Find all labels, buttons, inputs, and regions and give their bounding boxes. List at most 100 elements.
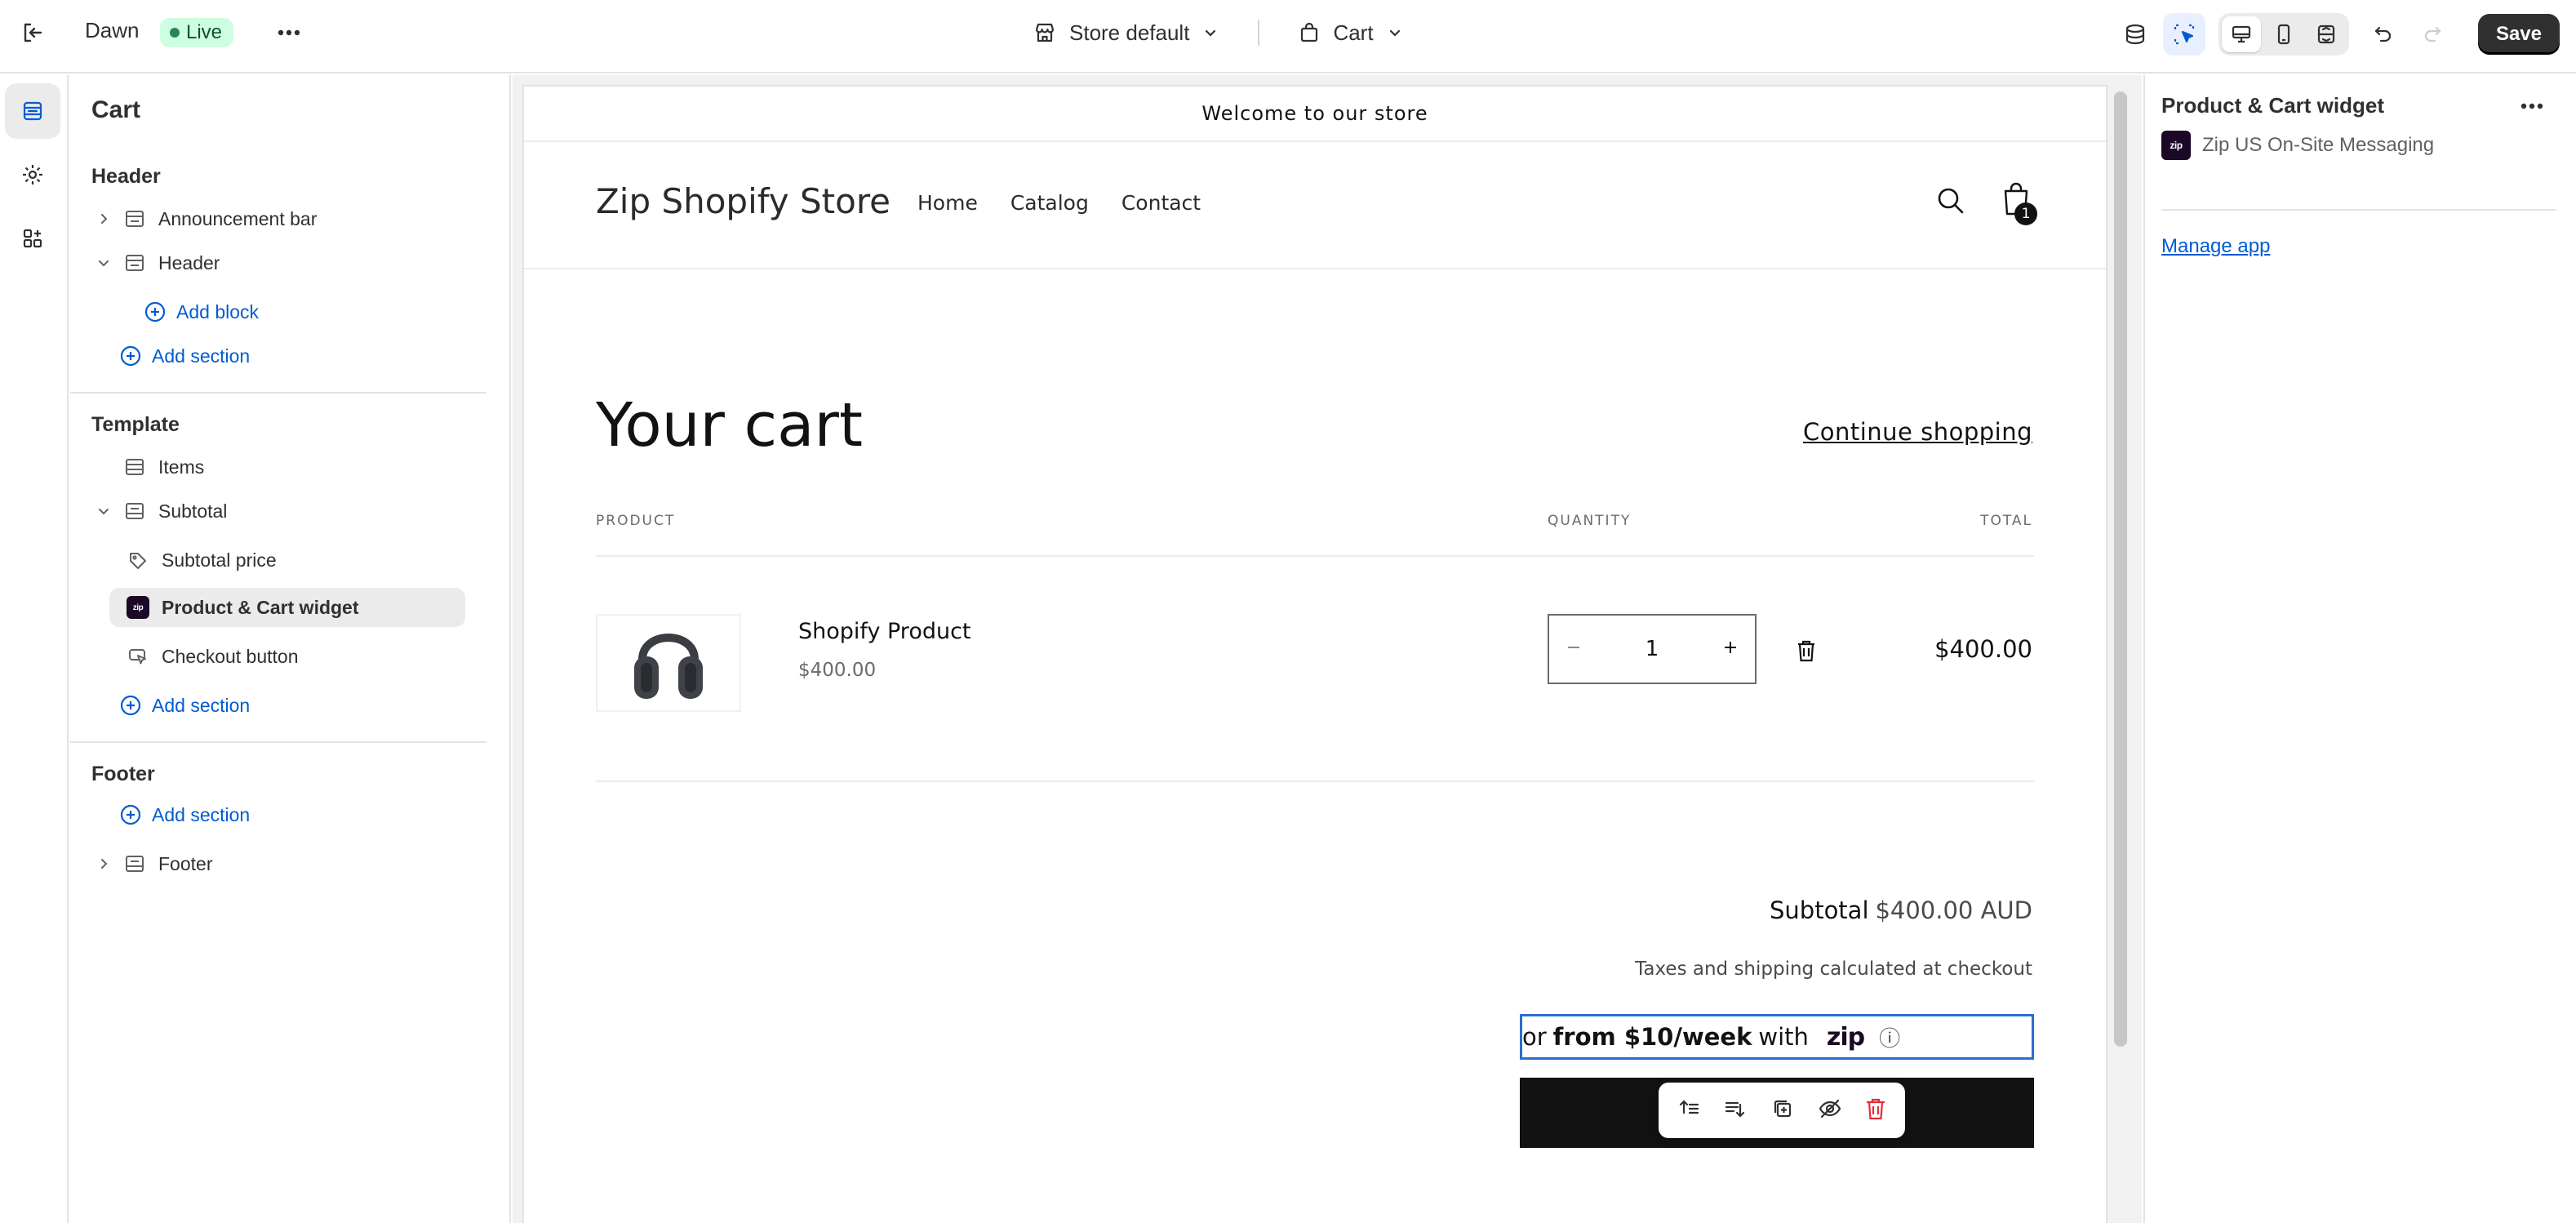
top-bar: Dawn Live Store default Cart Save — [0, 0, 2576, 73]
context-selectors: Store default Cart — [1030, 15, 1406, 51]
sections-panel: Cart Header Announcement bar Header Add … — [70, 75, 511, 1223]
tree-item-label: Header — [158, 251, 220, 274]
store-selector[interactable]: Store default — [1030, 20, 1222, 46]
template-selector-label: Cart — [1333, 20, 1374, 45]
manage-app-link[interactable]: Manage app — [2161, 235, 2270, 258]
add-block-label: Add block — [176, 300, 260, 322]
cart-count-badge: 1 — [2014, 202, 2037, 225]
chevron-right-icon[interactable] — [91, 211, 116, 226]
continue-shopping-link[interactable]: Continue shopping — [1803, 418, 2032, 446]
preview-scrollbar[interactable] — [2114, 91, 2127, 1047]
undo-icon[interactable] — [2362, 13, 2405, 56]
more-actions-icon[interactable] — [2516, 90, 2548, 122]
chevron-down-icon — [1389, 29, 1400, 37]
delete-trash-icon[interactable] — [1864, 1096, 1887, 1124]
tree-item-items[interactable]: Items — [91, 447, 204, 487]
chevron-right-icon[interactable] — [91, 856, 116, 871]
zip-amount: from $10/week — [1552, 1023, 1752, 1051]
store-logo-text[interactable]: Zip Shopify Store — [596, 181, 890, 221]
save-button[interactable]: Save — [2477, 14, 2560, 55]
announcement-bar[interactable]: Welcome to our store — [524, 87, 2106, 142]
cart-title: Your cart — [596, 390, 863, 460]
nav-contact[interactable]: Contact — [1121, 191, 1201, 215]
nav-catalog[interactable]: Catalog — [1010, 191, 1089, 215]
zip-logo: zip — [1826, 1022, 1865, 1052]
product-unit-price: $400.00 — [798, 660, 877, 681]
add-section-label: Add section — [152, 803, 251, 825]
column-header-quantity: QUANTITY — [1548, 513, 1632, 529]
preview-area: Welcome to our store Zip Shopify Store H… — [513, 75, 2142, 1223]
group-footer-title: Footer — [91, 763, 155, 785]
tree-item-header[interactable]: Header — [91, 243, 220, 282]
icon-rail — [0, 75, 69, 1223]
tree-item-subtotal[interactable]: Subtotal — [91, 491, 227, 531]
column-header-product: PRODUCT — [596, 513, 676, 529]
live-dot-icon — [170, 28, 180, 38]
zip-app-badge: zip — [127, 596, 149, 619]
section-icon — [122, 500, 147, 522]
settings-gear-icon[interactable] — [5, 147, 60, 202]
info-icon[interactable]: ⓘ — [1879, 1022, 1900, 1052]
product-image-headphones[interactable] — [596, 614, 741, 712]
divider — [596, 555, 2034, 557]
tree-item-label: Items — [158, 456, 205, 478]
live-badge-label: Live — [186, 21, 223, 43]
tree-item-footer[interactable]: Footer — [91, 844, 212, 883]
add-block-button[interactable]: Add block — [144, 294, 259, 330]
block-toolbar — [1659, 1083, 1905, 1138]
add-section-button-header[interactable]: Add section — [119, 338, 250, 374]
app-name: Zip US On-Site Messaging — [2202, 134, 2435, 156]
settings-panel: Product & Cart widget zip Zip US On-Site… — [2143, 75, 2576, 1223]
database-icon[interactable] — [2114, 13, 2156, 56]
store-preview: Welcome to our store Zip Shopify Store H… — [522, 85, 2107, 1223]
exit-icon[interactable] — [16, 16, 49, 49]
chevron-down-icon — [1206, 29, 1216, 37]
zip-widget[interactable]: or from $10/week with zip ⓘ — [1520, 1014, 2034, 1060]
column-header-total: TOTAL — [1980, 513, 2032, 529]
zip-prefix: or — [1522, 1023, 1547, 1051]
template-selector[interactable]: Cart — [1295, 20, 1406, 46]
price-tag-icon — [126, 549, 150, 571]
plus-circle-icon — [144, 301, 166, 322]
app-source: zip Zip US On-Site Messaging — [2161, 131, 2434, 160]
product-name[interactable]: Shopify Product — [798, 619, 971, 644]
fullscreen-icon[interactable] — [2307, 16, 2346, 52]
add-section-button-footer[interactable]: Add section — [119, 797, 250, 833]
chevron-down-icon[interactable] — [91, 504, 116, 518]
live-badge: Live — [160, 18, 234, 47]
tree-block-subtotal-price[interactable]: Subtotal price — [109, 540, 277, 580]
duplicate-icon[interactable] — [1770, 1096, 1795, 1124]
add-section-button-template[interactable]: Add section — [119, 687, 250, 723]
plus-icon[interactable] — [1722, 637, 1739, 661]
group-header-title: Header — [91, 165, 161, 188]
zip-app-icon: zip — [2161, 131, 2191, 160]
desktop-view-icon[interactable] — [2221, 16, 2261, 52]
tree-block-product-cart-widget[interactable]: zip Product & Cart widget — [109, 588, 465, 627]
move-down-icon[interactable] — [1723, 1096, 1748, 1124]
tree-item-announcement-bar[interactable]: Announcement bar — [91, 199, 317, 238]
inspector-select-icon[interactable] — [2162, 13, 2205, 56]
chevron-down-icon[interactable] — [91, 256, 116, 270]
tree-block-checkout-button[interactable]: Checkout button — [109, 637, 299, 676]
minus-icon[interactable] — [1566, 637, 1582, 661]
more-actions-icon[interactable] — [273, 16, 305, 49]
sections-icon[interactable] — [5, 83, 60, 139]
redo-icon[interactable] — [2411, 13, 2454, 56]
tree-block-label: Checkout button — [162, 645, 299, 667]
store-icon — [1035, 23, 1055, 42]
panel-title: Cart — [91, 96, 141, 123]
button-pointer-icon — [126, 646, 150, 667]
plus-circle-icon — [120, 345, 141, 367]
quantity-value[interactable]: 1 — [1646, 637, 1659, 661]
quantity-stepper: 1 — [1548, 614, 1757, 684]
tree-block-label: Product & Cart widget — [162, 596, 359, 618]
viewport-switcher — [2218, 13, 2349, 56]
move-up-icon[interactable] — [1677, 1096, 1701, 1124]
remove-item-trash-icon[interactable] — [1796, 638, 1817, 666]
hide-eye-icon[interactable] — [1818, 1096, 1842, 1124]
bag-icon — [1301, 22, 1318, 42]
nav-home[interactable]: Home — [917, 191, 978, 215]
apps-icon[interactable] — [5, 211, 60, 266]
mobile-view-icon[interactable] — [2264, 16, 2303, 52]
search-icon[interactable] — [1934, 185, 1967, 220]
